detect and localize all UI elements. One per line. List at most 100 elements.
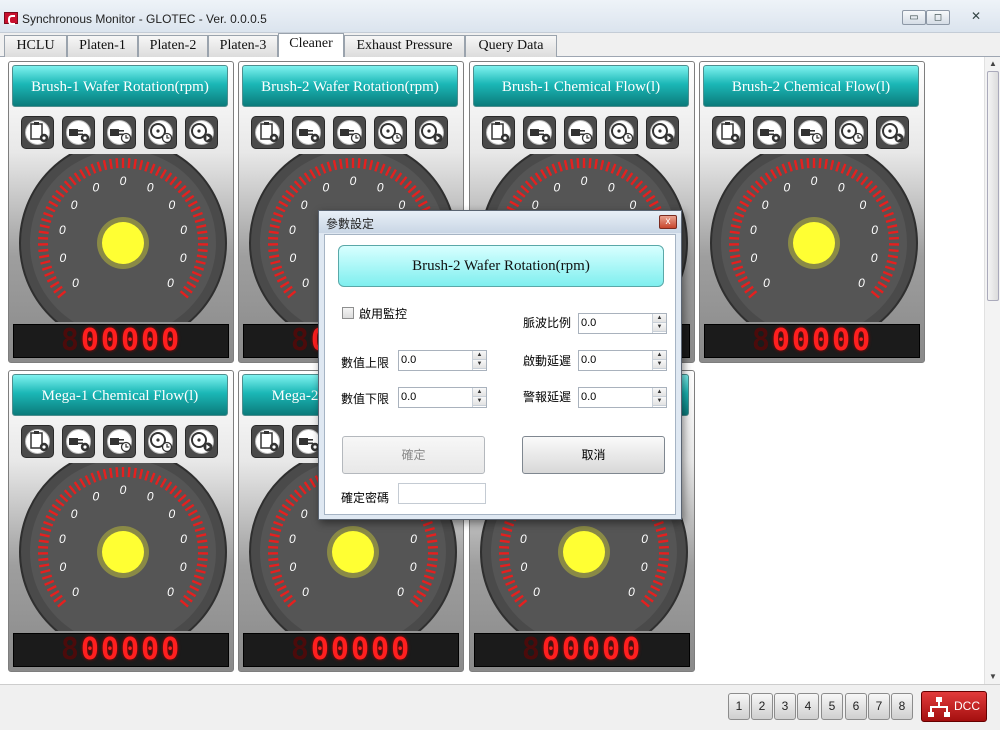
plug-gear-icon[interactable] (292, 116, 325, 149)
gauge-tick-label: 0 (322, 180, 329, 194)
plug-gear-icon[interactable] (753, 116, 786, 149)
disc-clock-icon[interactable] (605, 116, 638, 149)
gauge-tick (806, 158, 810, 169)
page-button-8[interactable]: 8 (891, 693, 913, 720)
spin-down-icon[interactable]: ▼ (653, 323, 666, 332)
page-button-5[interactable]: 5 (821, 693, 843, 720)
disc-arrow-icon[interactable] (185, 425, 218, 458)
spin-up-icon[interactable]: ▲ (653, 314, 666, 323)
plug-clock-icon[interactable] (564, 116, 597, 149)
lower-limit-input[interactable]: 0.0 ▲ ▼ (398, 387, 487, 408)
maximize-button[interactable]: ◻ (926, 10, 950, 25)
disc-arrow-icon[interactable] (185, 116, 218, 149)
clipboard-gear-icon[interactable] (251, 116, 284, 149)
spin-up-icon[interactable]: ▲ (473, 388, 486, 397)
gauge-tick-label: 0 (167, 585, 174, 599)
clipboard-gear-icon[interactable] (21, 425, 54, 458)
clipboard-gear-icon[interactable] (21, 116, 54, 149)
dialog-body: Brush-2 Wafer Rotation(rpm) 啟用監控 數值上限 0.… (324, 234, 676, 515)
page-button-2[interactable]: 2 (751, 693, 773, 720)
plug-clock-icon[interactable] (794, 116, 827, 149)
gauge-tick-label: 0 (871, 223, 878, 237)
spin-up-icon[interactable]: ▲ (653, 388, 666, 397)
pulse-ratio-label: 脈波比例 (523, 316, 572, 330)
disc-arrow-icon[interactable] (415, 116, 448, 149)
page-button-6[interactable]: 6 (845, 693, 867, 720)
gauge-tick (729, 248, 740, 253)
spin-down-icon[interactable]: ▼ (473, 360, 486, 369)
plug-gear-icon[interactable] (62, 116, 95, 149)
gauge-tick (729, 230, 740, 235)
clipboard-gear-icon[interactable] (712, 116, 745, 149)
gauge-tick-label: 0 (520, 532, 527, 546)
disc-clock-icon[interactable] (144, 116, 177, 149)
tab-platen-1[interactable]: Platen-1 (67, 35, 138, 57)
clipboard-gear-icon[interactable] (251, 425, 284, 458)
gauge-tick-label: 0 (397, 585, 404, 599)
disc-arrow-icon[interactable] (646, 116, 679, 149)
plug-clock-icon[interactable] (333, 116, 366, 149)
page-button-4[interactable]: 4 (797, 693, 819, 720)
cancel-button[interactable]: 取消 (522, 436, 665, 474)
page-button-7[interactable]: 7 (868, 693, 890, 720)
gauge-tick-label: 0 (180, 251, 187, 265)
tab-platen-3[interactable]: Platen-3 (208, 35, 278, 57)
gauge-tick (499, 539, 510, 544)
minimize-button[interactable]: ▭ (902, 10, 926, 25)
disc-clock-icon[interactable] (144, 425, 177, 458)
page-button-1[interactable]: 1 (728, 693, 750, 720)
display-value: 00000 (310, 632, 412, 667)
plug-clock-icon[interactable] (103, 425, 136, 458)
upper-limit-value: 0.0 (401, 354, 417, 366)
gauge-tick-label: 0 (750, 223, 757, 237)
tab-query-data[interactable]: Query Data (465, 35, 557, 57)
disc-arrow-icon[interactable] (876, 116, 909, 149)
enable-monitor-checkbox[interactable] (342, 307, 354, 319)
close-button[interactable]: ✕ (956, 10, 996, 25)
scrollbar-thumb[interactable] (987, 71, 999, 301)
display-ghost-digit: 8 (290, 632, 311, 667)
disc-clock-icon[interactable] (374, 116, 407, 149)
plug-gear-icon[interactable] (62, 425, 95, 458)
gauge-center (563, 531, 605, 573)
scroll-up-icon[interactable]: ▲ (985, 57, 1000, 71)
gauge-center (102, 531, 144, 573)
page-button-3[interactable]: 3 (774, 693, 796, 720)
gauge-tick (127, 158, 131, 169)
password-input[interactable] (398, 483, 486, 504)
digital-display: 800000 (243, 633, 459, 667)
digital-display: 800000 (13, 324, 229, 358)
gauge-tick (658, 557, 669, 562)
spin-down-icon[interactable]: ▼ (653, 397, 666, 406)
gauge-tick-label: 0 (553, 180, 560, 194)
gauge-tick (197, 557, 208, 562)
spin-up-icon[interactable]: ▲ (473, 351, 486, 360)
alarm-delay-input[interactable]: 0.0 ▲ ▼ (578, 387, 667, 408)
app-logo-icon (4, 12, 18, 25)
spin-down-icon[interactable]: ▼ (653, 360, 666, 369)
gauge-tick-label: 0 (860, 198, 867, 212)
dcc-button[interactable]: DCC (921, 691, 987, 722)
start-delay-input[interactable]: 0.0 ▲ ▼ (578, 350, 667, 371)
tab-exhaust-pressure[interactable]: Exhaust Pressure (344, 35, 465, 57)
dialog-close-button[interactable]: x (659, 215, 677, 229)
vertical-scrollbar[interactable]: ▲ ▼ (984, 57, 1000, 684)
upper-limit-input[interactable]: 0.0 ▲ ▼ (398, 350, 487, 371)
digital-display: 800000 (704, 324, 920, 358)
spin-up-icon[interactable]: ▲ (653, 351, 666, 360)
spin-down-icon[interactable]: ▼ (473, 397, 486, 406)
confirm-button[interactable]: 確定 (342, 436, 485, 474)
tab-platen-2[interactable]: Platen-2 (138, 35, 208, 57)
scroll-down-icon[interactable]: ▼ (985, 670, 1000, 684)
plug-gear-icon[interactable] (523, 116, 556, 149)
panel-toolbar (21, 425, 225, 458)
plug-clock-icon[interactable] (103, 116, 136, 149)
gauge-tick-label: 0 (289, 560, 296, 574)
panel-title: Brush-1 Chemical Flow(l) (473, 65, 689, 107)
pulse-ratio-input[interactable]: 0.0 ▲ ▼ (578, 313, 667, 334)
tab-hclu[interactable]: HCLU (4, 35, 67, 57)
tab-cleaner[interactable]: Cleaner (278, 33, 344, 58)
clipboard-gear-icon[interactable] (482, 116, 515, 149)
disc-clock-icon[interactable] (835, 116, 868, 149)
enable-monitor-label: 啟用監控 (359, 307, 408, 321)
